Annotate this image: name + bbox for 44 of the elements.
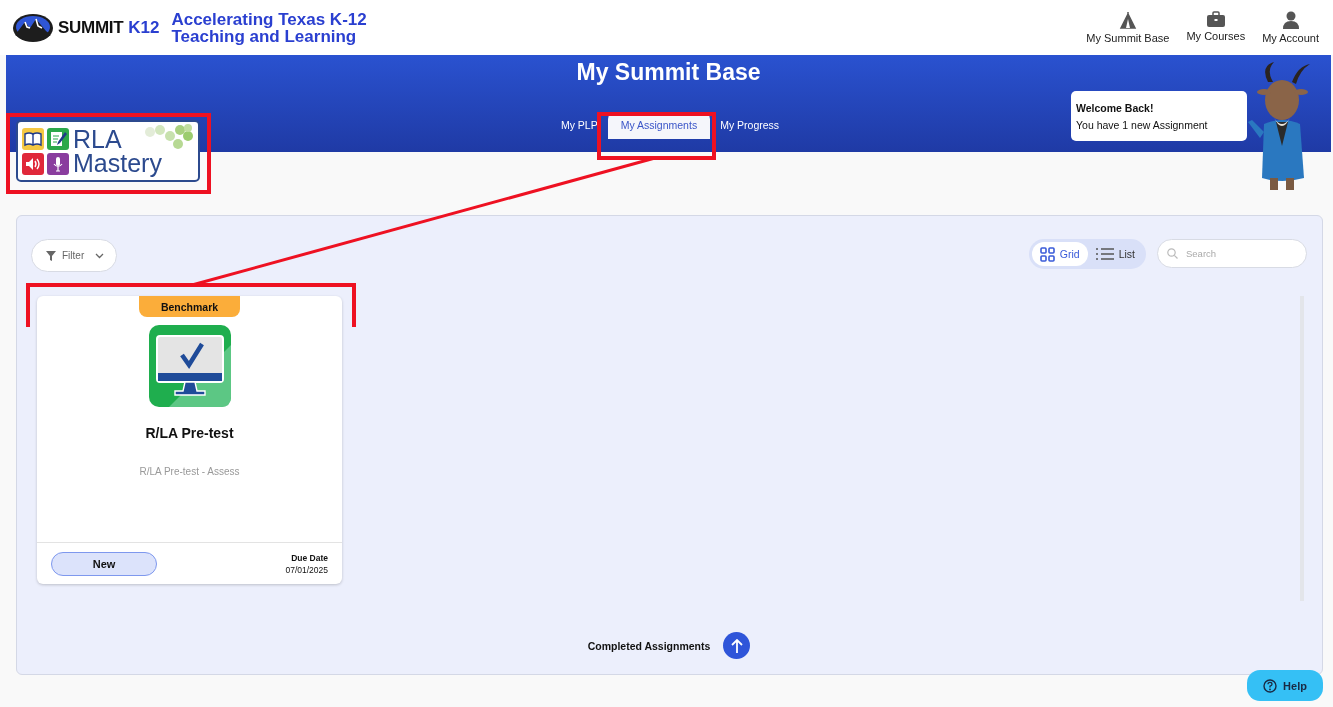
assignment-title: R/LA Pre-test (145, 425, 234, 441)
question-icon (1263, 678, 1278, 693)
monitor-check-icon (148, 325, 231, 407)
funnel-icon (46, 250, 56, 261)
expand-button[interactable] (723, 632, 751, 659)
list-icon (1095, 247, 1114, 261)
person-icon (1281, 11, 1300, 29)
chevron-down-icon (95, 252, 105, 259)
tab[interactable]: My PLP (554, 112, 604, 139)
tagline: Accelerating Texas K-12 (171, 10, 367, 28)
nav-link[interactable]: My Courses (1186, 11, 1246, 44)
welcome-title: Welcome Back! (1076, 101, 1155, 114)
logo-text: Mastery (73, 151, 162, 175)
book-icon (22, 127, 44, 150)
benchmark-badge: Benchmark (139, 296, 240, 317)
status-pill: New (51, 551, 157, 576)
due-date: 07/01/2025 (285, 564, 328, 575)
welcome-text: You have 1 new Assignment (1076, 118, 1209, 131)
completed-label: Completed Assignments (587, 639, 711, 652)
nav-link[interactable]: My Summit Base (1086, 11, 1170, 44)
arrow-up-icon (730, 638, 743, 653)
hexagon-pattern-icon (144, 124, 194, 152)
logo-text: RLA (73, 127, 123, 151)
grid-icon (1039, 246, 1055, 262)
mountain-logo-icon (12, 12, 54, 43)
tab[interactable]: My Progress (714, 112, 786, 139)
view-option[interactable]: Grid (1031, 242, 1088, 266)
note-pencil-icon (47, 127, 69, 150)
briefcase-icon (1206, 11, 1225, 27)
page-title: My Summit Base (575, 58, 762, 86)
tent-icon (1118, 11, 1137, 29)
brand-suffix: K12 (128, 17, 160, 38)
speaker-icon (22, 152, 44, 175)
filter-button[interactable]: Filter (31, 239, 118, 272)
assignment-card[interactable]: Benchmark R/LA Pre-test R/LA Pre-test - Assess New Due Date 07/01/2025 (37, 296, 342, 584)
brand-name: SUMMIT (58, 17, 124, 38)
view-option[interactable]: List (1087, 242, 1143, 266)
tagline: Teaching and Learning (171, 27, 358, 45)
assignment-subtitle: R/LA Pre-test - Assess (139, 466, 240, 477)
nav-link[interactable]: My Account (1262, 11, 1319, 44)
microphone-icon (47, 152, 69, 175)
search-field[interactable]: Search (1157, 239, 1307, 268)
help-button[interactable]: Help (1247, 670, 1323, 701)
due-label: Due Date (291, 552, 328, 563)
